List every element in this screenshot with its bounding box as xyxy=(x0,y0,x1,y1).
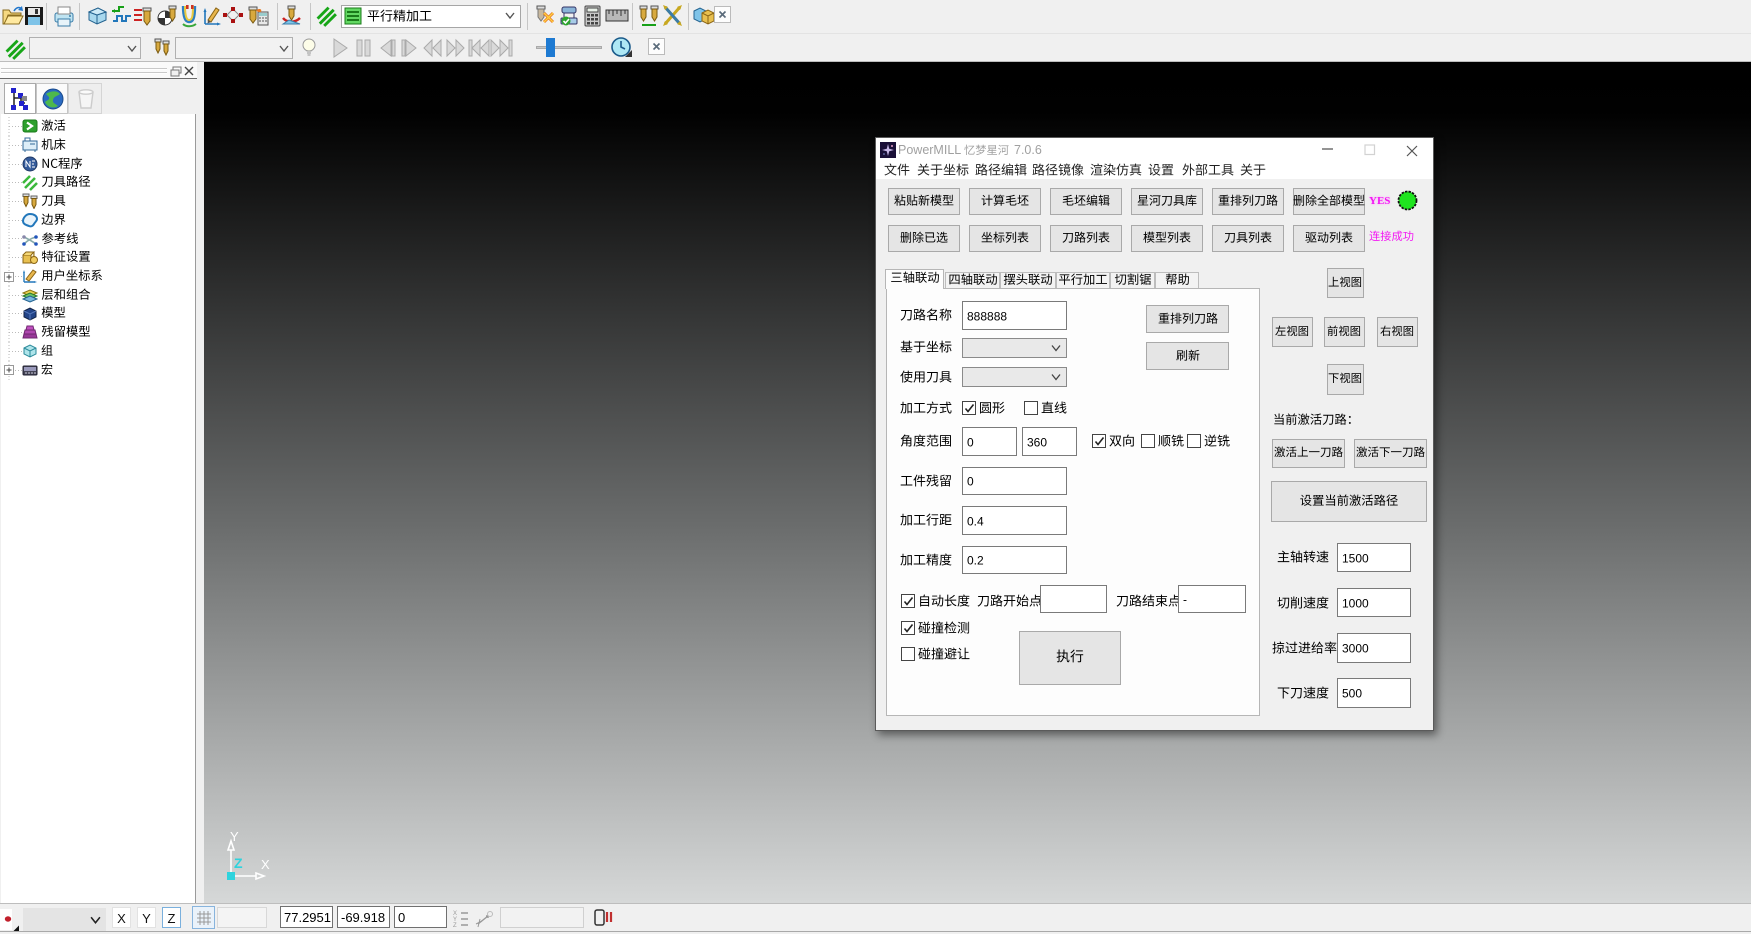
svg-text:Z: Z xyxy=(234,855,243,871)
svg-text:Y: Y xyxy=(230,829,239,844)
svg-text:Z: Z xyxy=(453,923,457,927)
svg-text:X: X xyxy=(261,857,270,872)
